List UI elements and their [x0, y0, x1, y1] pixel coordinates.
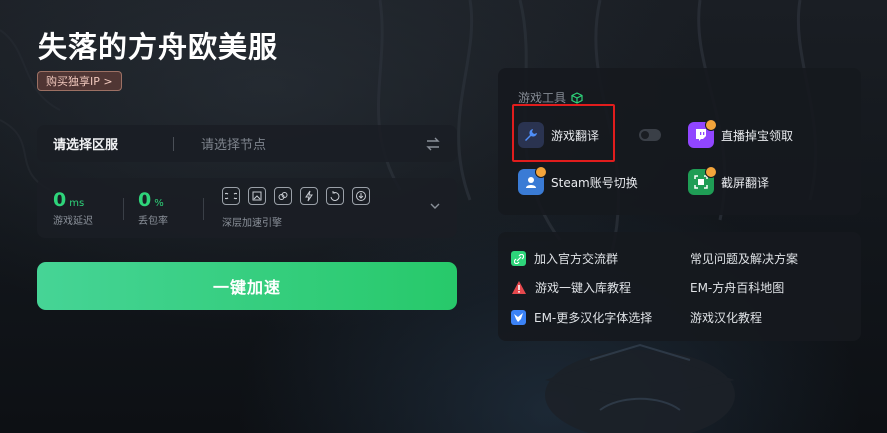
link-label: EM-更多汉化字体选择	[534, 311, 653, 325]
one-click-accelerate-button[interactable]: 一键加速	[37, 262, 457, 310]
bird-icon	[511, 310, 526, 325]
download-icon	[352, 187, 370, 205]
tool-screenshot-translate[interactable]: 截屏翻译	[688, 166, 770, 195]
link-localization-tutorial[interactable]: 游戏汉化教程	[690, 309, 762, 326]
packet-loss-stat: 0% 丢包率	[138, 189, 168, 227]
link-faq[interactable]: 常见问题及解决方案	[690, 250, 798, 267]
buy-exclusive-ip-button[interactable]: 购买独享IP >	[37, 71, 122, 91]
badge-icon	[705, 119, 717, 131]
divider	[173, 136, 174, 151]
server-select-bar[interactable]: 请选择区服 请选择节点	[37, 125, 457, 162]
link-label: 游戏汉化教程	[690, 311, 763, 325]
packet-loss-value: 0	[138, 189, 152, 211]
refresh-icon	[326, 187, 344, 205]
packet-loss-unit: %	[154, 198, 164, 209]
warning-icon	[512, 281, 526, 294]
links-panel: 加入官方交流群 游戏一键入库教程 EM-更多汉化字体选择 常见问题及解决方案 E…	[498, 232, 861, 341]
badge-icon	[535, 166, 547, 178]
divider	[203, 198, 204, 220]
latency-stat: 0 ms 游戏延迟	[53, 189, 93, 227]
tool-label: 截屏翻译	[721, 175, 770, 190]
twitch-icon	[688, 119, 717, 148]
image-icon	[248, 187, 266, 205]
link-font-selection[interactable]: EM-更多汉化字体选择	[511, 309, 652, 326]
link-wiki-map[interactable]: EM-方舟百科地图	[690, 279, 784, 296]
page-title: 失落的方舟欧美服	[38, 30, 279, 64]
game-tools-panel: 游戏工具 游戏翻译 直播掉宝领取 Steam账号切换 截屏翻译	[498, 68, 861, 215]
link-label: EM-方舟百科地图	[690, 281, 785, 295]
region-select[interactable]: 请选择区服	[53, 134, 173, 153]
swap-icon[interactable]	[425, 136, 441, 152]
screenshot-translate-icon	[688, 166, 717, 195]
packet-loss-label: 丢包率	[138, 216, 168, 227]
divider	[123, 198, 124, 220]
link-icon	[511, 251, 526, 266]
tool-label: 直播掉宝领取	[721, 128, 794, 143]
chevron-down-icon[interactable]	[429, 200, 441, 212]
tool-twitch-drops[interactable]: 直播掉宝领取	[688, 119, 794, 148]
tool-steam-switch[interactable]: Steam账号切换	[518, 166, 638, 195]
highlight-annotation	[512, 104, 615, 162]
deep-acceleration-label: 深层加速引擎	[222, 218, 282, 229]
translate-toggle[interactable]	[639, 129, 661, 141]
link-label: 加入官方交流群	[534, 252, 619, 266]
toggle-knob	[641, 131, 649, 139]
badge-icon	[705, 166, 717, 178]
latency-label: 游戏延迟	[53, 216, 93, 227]
deep-acceleration-icons	[222, 187, 370, 205]
loop-icon	[222, 187, 240, 205]
link-label: 常见问题及解决方案	[690, 252, 799, 266]
stats-panel: 0 ms 游戏延迟 0% 丢包率 深层加速引擎	[37, 178, 457, 238]
cube-icon	[571, 91, 583, 104]
steam-account-icon	[518, 166, 547, 195]
tool-label: Steam账号切换	[551, 175, 638, 190]
lightning-icon	[300, 187, 318, 205]
latency-value: 0	[53, 189, 67, 211]
link-label: 游戏一键入库教程	[535, 281, 632, 295]
link-icon	[274, 187, 292, 205]
node-select[interactable]: 请选择节点	[201, 134, 425, 153]
latency-unit: ms	[69, 198, 85, 209]
link-join-group[interactable]: 加入官方交流群	[511, 250, 618, 267]
link-library-tutorial[interactable]: 游戏一键入库教程	[511, 279, 631, 296]
